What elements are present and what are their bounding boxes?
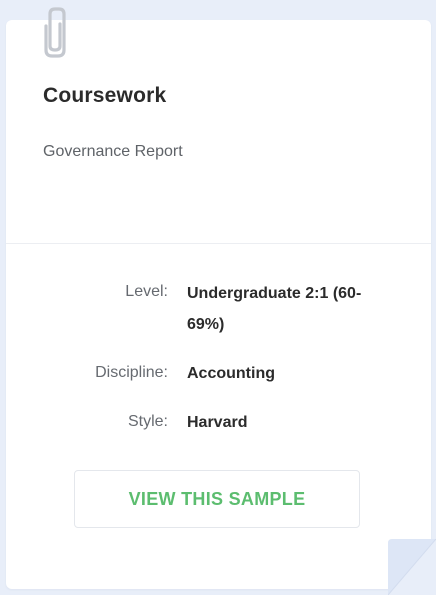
discipline-value: Accounting: [187, 365, 275, 382]
card-subtitle: Governance Report: [43, 143, 183, 160]
style-label: Style:: [127, 413, 168, 430]
level-label: Level:: [125, 283, 168, 300]
paperclip-icon: [44, 7, 66, 58]
view-sample-button[interactable]: VIEW THIS SAMPLE: [74, 470, 360, 528]
card-title: Coursework: [43, 84, 167, 107]
style-value: Harvard: [187, 414, 248, 431]
discipline-label: Discipline:: [95, 364, 168, 381]
page-curl-decoration: [388, 539, 436, 595]
level-value: Undergraduate 2:1 (60-69%): [187, 285, 362, 333]
card-divider: [6, 243, 431, 244]
